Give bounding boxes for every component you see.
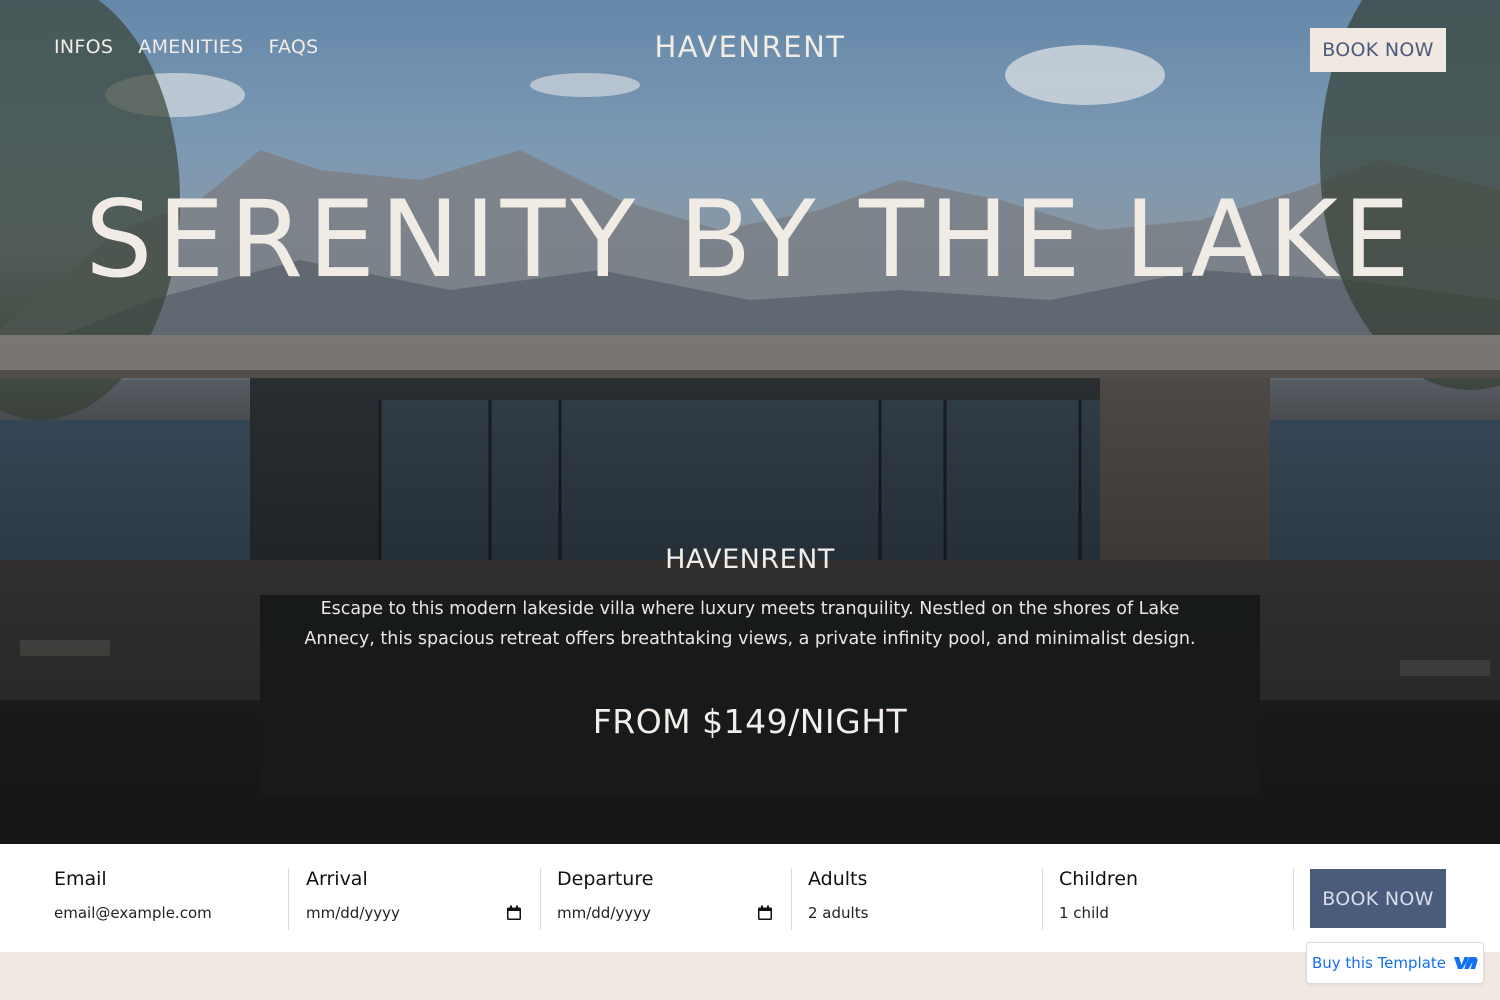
field-divider — [791, 868, 792, 930]
adults-label: Adults — [808, 868, 868, 890]
arrival-label: Arrival — [306, 868, 368, 890]
adults-field-group: Adults 2 adults — [808, 868, 1024, 930]
arrival-field-group: Arrival mm/dd/yyyy — [306, 868, 522, 930]
field-divider — [1293, 868, 1294, 930]
calendar-icon[interactable] — [506, 905, 522, 921]
buy-template-label: Buy this Template — [1311, 954, 1447, 972]
arrival-placeholder: mm/dd/yyyy — [306, 904, 400, 922]
departure-placeholder: mm/dd/yyyy — [557, 904, 651, 922]
nav-book-now-button[interactable]: BOOK NOW — [1310, 28, 1446, 72]
site-logo[interactable]: HAVENRENT — [0, 30, 1500, 64]
hero-description: Escape to this modern lakeside villa whe… — [304, 599, 1196, 649]
children-label: Children — [1059, 868, 1139, 890]
field-divider — [540, 868, 541, 930]
field-divider — [288, 868, 289, 930]
email-field[interactable]: email@example.com — [54, 902, 274, 924]
email-placeholder: email@example.com — [54, 904, 212, 922]
hero-headline: SERENITY BY THE LAKE — [85, 178, 1415, 301]
hero-brand-name: HAVENRENT — [665, 544, 835, 575]
departure-date-input[interactable]: mm/dd/yyyy — [557, 902, 773, 924]
children-field-group: Children 1 child — [1059, 868, 1275, 930]
arrival-date-input[interactable]: mm/dd/yyyy — [306, 902, 522, 924]
adults-select[interactable]: 2 adults — [808, 902, 1024, 924]
children-select[interactable]: 1 child — [1059, 902, 1275, 924]
departure-field-group: Departure mm/dd/yyyy — [557, 868, 773, 930]
adults-value: 2 adults — [808, 904, 869, 922]
booking-submit-button[interactable]: BOOK NOW — [1310, 869, 1446, 928]
children-value: 1 child — [1059, 904, 1109, 922]
hero-section: INFOS AMENITIES FAQS HAVENRENT BOOK NOW … — [0, 0, 1500, 844]
calendar-icon[interactable] — [757, 905, 773, 921]
field-divider — [1042, 868, 1043, 930]
booking-form: Email email@example.com Arrival mm/dd/yy… — [0, 844, 1500, 952]
departure-label: Departure — [557, 868, 654, 890]
webflow-icon — [1454, 957, 1478, 969]
hero-price: FROM $149/NIGHT — [592, 702, 908, 741]
email-label: Email — [54, 868, 107, 890]
email-field-group: Email email@example.com — [54, 868, 274, 930]
buy-template-badge[interactable]: Buy this Template — [1306, 942, 1484, 984]
